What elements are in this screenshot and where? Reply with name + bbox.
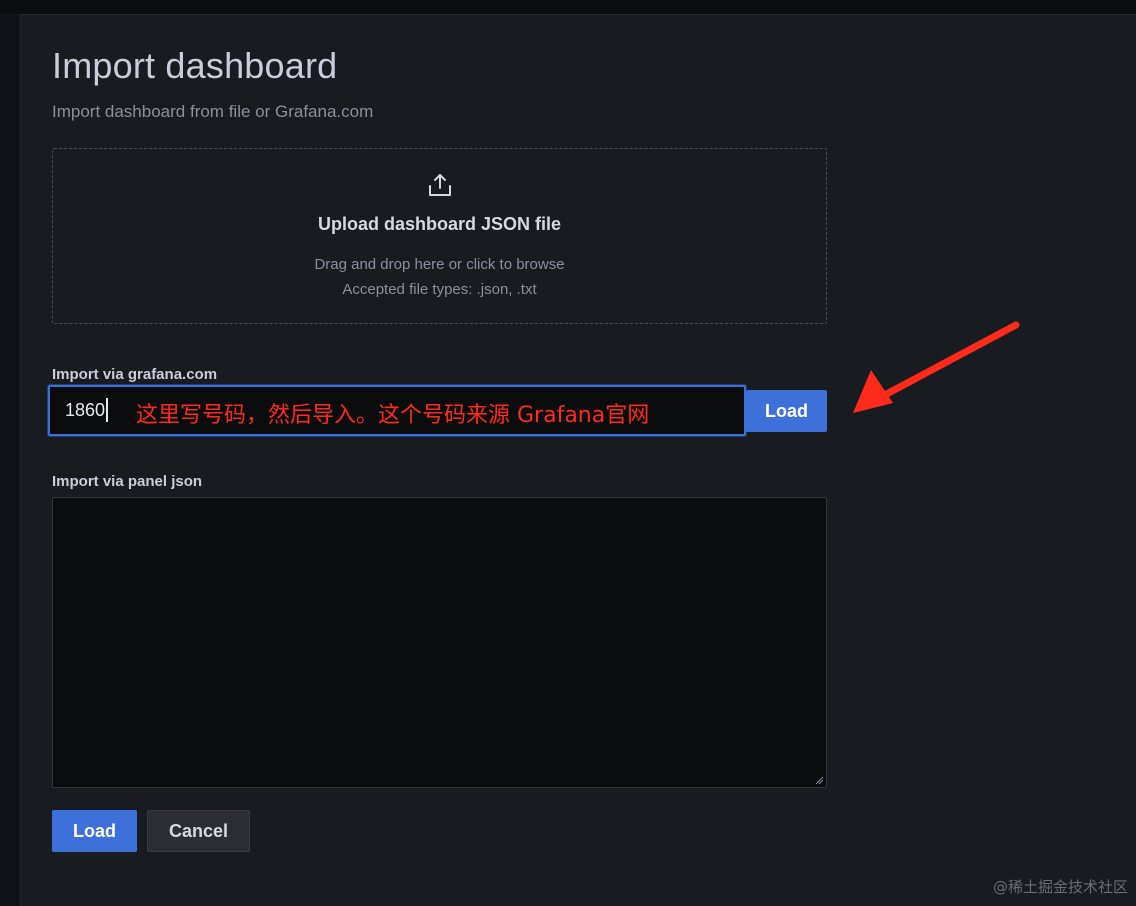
- upload-icon: [429, 174, 451, 196]
- import-dashboard-panel: Import dashboard Import dashboard from f…: [20, 14, 1136, 906]
- resize-grip-icon[interactable]: [815, 776, 824, 785]
- page-subtitle: Import dashboard from file or Grafana.co…: [52, 102, 374, 121]
- upload-description: Drag and drop here or click to browse: [314, 256, 565, 273]
- panel-json-textarea[interactable]: [52, 497, 827, 788]
- load-button[interactable]: Load: [52, 810, 137, 852]
- page-title: Import dashboard: [52, 45, 338, 86]
- watermark: @稀土掘金技术社区: [992, 878, 1128, 896]
- annotation-arrow: [853, 321, 1020, 413]
- grafana-com-id-value: 1860: [65, 400, 106, 420]
- upload-title: Upload dashboard JSON file: [317, 214, 562, 234]
- grafana-com-id-input[interactable]: 1860 这里写号码，然后导入。这个号码来源 Grafana官网: [48, 385, 746, 436]
- upload-dropzone[interactable]: Upload dashboard JSON file Drag and drop…: [52, 148, 827, 324]
- panel-json-label: Import via panel json: [52, 473, 203, 490]
- upload-accepted-types: Accepted file types: .json, .txt: [342, 281, 537, 298]
- top-strip: [0, 0, 1136, 14]
- text-caret: [106, 398, 108, 422]
- grafana-com-label: Import via grafana.com: [52, 366, 218, 383]
- cancel-button[interactable]: Cancel: [147, 810, 250, 852]
- annotation-text: 这里写号码，然后导入。这个号码来源 Grafana官网: [136, 403, 650, 428]
- grafana-com-load-button[interactable]: Load: [746, 390, 827, 432]
